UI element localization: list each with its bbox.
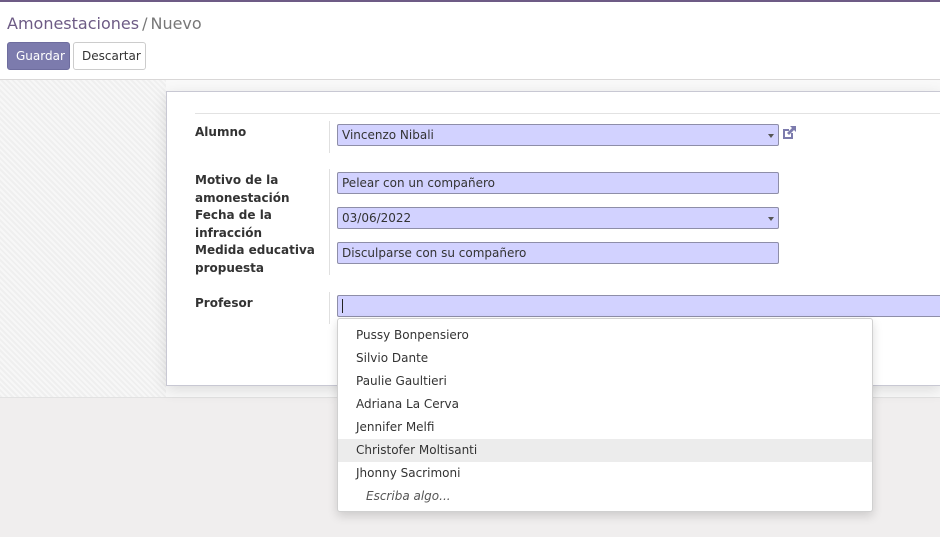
external-link-icon[interactable] [780,124,798,142]
motivo-label-line2: amonestación [195,191,290,205]
autocomplete-option[interactable]: Adriana La Cerva [338,393,872,416]
field-separator [329,292,330,324]
left-background-pattern [0,80,166,397]
breadcrumb-parent-link[interactable]: Amonestaciones [7,14,139,33]
autocomplete-option[interactable]: Paulie Gaultieri [338,370,872,393]
field-separator [329,169,330,275]
alumno-label: Alumno [195,125,247,139]
text-cursor [342,298,343,313]
profesor-label: Profesor [195,296,253,310]
autocomplete-option[interactable]: Jhonny Sacrimoni [338,462,872,485]
motivo-label: Motivo de la amonestación [195,171,315,207]
motivo-input[interactable]: Pelear con un compañero [337,172,779,194]
fecha-datepicker[interactable]: 03/06/2022 [337,207,779,229]
autocomplete-option[interactable]: Silvio Dante [338,347,872,370]
alumno-value: Vincenzo Nibali [342,128,434,142]
autocomplete-hint: Escriba algo... [366,489,451,503]
fecha-label-line2: infracción [195,226,263,240]
fecha-label: Fecha de la infracción [195,206,315,242]
breadcrumb: Amonestaciones / Nuevo [7,14,202,33]
field-separator [329,121,330,153]
fecha-value: 03/06/2022 [342,211,412,225]
alumno-select[interactable]: Vincenzo Nibali [337,124,779,146]
control-panel: Amonestaciones / Nuevo Guardar Descartar [0,2,940,80]
profesor-input[interactable] [337,295,940,317]
medida-label-line1: Medida educativa [195,243,315,257]
fecha-label-line1: Fecha de la [195,208,272,222]
sheet-divider [195,113,940,114]
medida-label-line2: propuesta [195,261,264,275]
discard-button[interactable]: Descartar [73,42,146,70]
breadcrumb-separator: / [142,14,148,33]
save-button[interactable]: Guardar [7,42,70,70]
profesor-autocomplete-dropdown: Pussy Bonpensiero Silvio Dante Paulie Ga… [337,318,873,512]
autocomplete-option-highlighted[interactable]: Christofer Moltisanti [338,439,872,462]
autocomplete-option[interactable]: Jennifer Melfi [338,416,872,439]
motivo-label-line1: Motivo de la [195,173,279,187]
autocomplete-option[interactable]: Pussy Bonpensiero [338,324,872,347]
caret-down-icon [768,217,774,221]
medida-input[interactable]: Disculparse con su compañero [337,242,779,264]
caret-down-icon [768,134,774,138]
medida-label: Medida educativa propuesta [195,241,315,277]
breadcrumb-current: Nuevo [150,14,202,33]
